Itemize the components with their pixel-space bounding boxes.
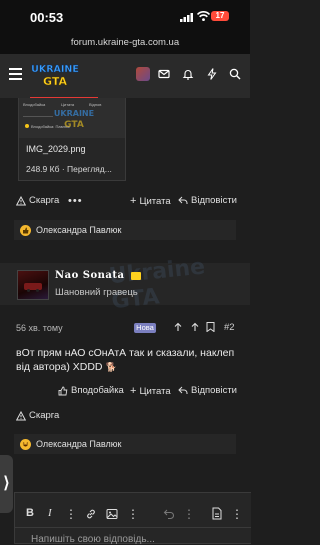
bold-button[interactable]: B — [26, 507, 34, 519]
post-timestamp[interactable]: 56 хв. тому — [16, 323, 63, 333]
post-header: Ukraine GTA Nao Sonata Шановний гравець — [0, 254, 250, 314]
reply-icon — [178, 196, 188, 204]
envelope-icon — [130, 271, 141, 280]
quote-button-2[interactable]: + Цитата — [130, 385, 171, 397]
attachment-meta: 248.9 Кб · Перегляд... — [26, 164, 112, 174]
report-button-2[interactable]: Скарга — [16, 410, 59, 421]
reaction-user[interactable]: Олександра Павлюк — [36, 225, 121, 235]
bookmark-icon[interactable] — [206, 322, 215, 332]
browser-url-bar[interactable]: forum.ukraine-gta.com.ua — [0, 32, 250, 54]
reply-editor[interactable]: B I ⋮ ⋮ ⋮ ⋮ Напишіть свою відповідь... — [14, 492, 251, 545]
report-button[interactable]: Скарга — [16, 195, 59, 206]
reply-button-2[interactable]: Відповісти — [178, 385, 237, 396]
more-edit-button[interactable]: ⋮ — [183, 507, 195, 521]
post-author-avatar[interactable] — [17, 270, 49, 300]
attachment-card[interactable]: Вподобайка Цитата Відпов Вподобайка: Пав… — [18, 98, 126, 181]
post-author-title: Шановний гравець — [55, 287, 138, 298]
dog-icon: 🐕 — [105, 362, 117, 372]
reaction-bar[interactable]: Олександра Павлюк — [14, 220, 236, 240]
plus-icon: + — [130, 195, 137, 207]
thumb-label-like: Вподобайка — [23, 102, 46, 107]
status-time: 00:53 — [30, 10, 64, 25]
reaction-bar-2[interactable]: Олександра Павлюк — [14, 434, 236, 454]
bolt-icon[interactable] — [206, 68, 218, 80]
menu-icon[interactable] — [9, 68, 22, 80]
attachment-filename[interactable]: IMG_2029.png — [26, 144, 86, 154]
wifi-icon — [197, 11, 210, 21]
thumb-like-icon — [25, 124, 29, 128]
reply-input-placeholder[interactable]: Напишіть свою відповідь... — [31, 534, 155, 545]
site-logo[interactable]: UKRAINE GTA — [30, 60, 80, 90]
reply-label-2: Відповісти — [191, 385, 237, 396]
more-options-button[interactable]: ••• — [68, 195, 83, 207]
author-name-text: Nao Sonata — [55, 270, 125, 281]
more-insert-button[interactable]: ⋮ — [127, 507, 139, 521]
quote-label: Цитата — [139, 195, 171, 207]
laugh-icon — [20, 438, 31, 450]
reply-button[interactable]: Відповісти — [178, 195, 237, 206]
like-label: Вподобайка — [71, 385, 124, 396]
report-label: Скарга — [29, 195, 60, 206]
post-number[interactable]: #2 — [224, 322, 235, 333]
svg-text:GTA: GTA — [64, 120, 84, 130]
post-author-name[interactable]: Nao Sonata — [55, 270, 141, 281]
thumb-logo-watermark: UKRAINE GTA — [54, 109, 94, 130]
warning-icon — [16, 410, 26, 420]
warning-icon — [16, 195, 26, 205]
like-button[interactable]: Вподобайка — [58, 385, 124, 396]
status-bar: 00:53 17 — [0, 0, 250, 32]
report-label-2: Скарга — [29, 410, 60, 421]
more-draft-button[interactable]: ⋮ — [231, 507, 243, 521]
post-text: вОт прям нАО сОнАтА так и сказали, накле… — [16, 347, 235, 373]
side-expand-tab[interactable]: ⟩ — [0, 455, 13, 513]
share-icon-alt[interactable] — [190, 322, 200, 332]
svg-text:UKRAINE: UKRAINE — [54, 109, 94, 118]
more-formatting-button[interactable]: ⋮ — [65, 507, 77, 521]
svg-text:GTA: GTA — [43, 75, 67, 88]
reaction-user-2[interactable]: Олександра Павлюк — [36, 439, 121, 449]
thumbs-up-outline-icon — [58, 386, 68, 395]
more-icon: ••• — [68, 195, 83, 207]
thumbs-up-icon — [20, 224, 31, 236]
quote-button[interactable]: + Цитата — [130, 195, 171, 207]
reply-icon — [178, 386, 188, 394]
italic-button[interactable]: I — [48, 507, 52, 519]
quote-label-2: Цитата — [139, 385, 171, 397]
link-icon[interactable] — [85, 508, 97, 520]
url-text: forum.ukraine-gta.com.ua — [70, 37, 180, 48]
image-icon[interactable] — [106, 508, 118, 520]
undo-icon[interactable] — [163, 508, 175, 520]
draft-icon[interactable] — [211, 507, 223, 520]
header-watermark: Ukraine GTA — [107, 254, 207, 315]
post-body: вОт прям нАО сОнАтА так и сказали, накле… — [16, 346, 238, 374]
share-icon[interactable] — [173, 322, 183, 332]
mail-icon[interactable] — [158, 68, 170, 80]
signal-icon — [180, 13, 193, 22]
search-icon[interactable] — [229, 68, 241, 80]
bell-icon[interactable] — [182, 68, 194, 80]
user-avatar[interactable] — [136, 67, 150, 81]
reply-label: Відповісти — [191, 195, 237, 206]
app-header: UKRAINE GTA — [0, 54, 250, 98]
svg-text:UKRAINE: UKRAINE — [31, 64, 79, 75]
plus-icon: + — [130, 385, 137, 397]
attachment-thumbnail[interactable]: Вподобайка Цитата Відпов Вподобайка: Пав… — [19, 98, 125, 138]
new-badge: Нова — [134, 323, 156, 333]
editor-divider — [15, 527, 251, 528]
battery-indicator: 17 — [211, 11, 229, 21]
